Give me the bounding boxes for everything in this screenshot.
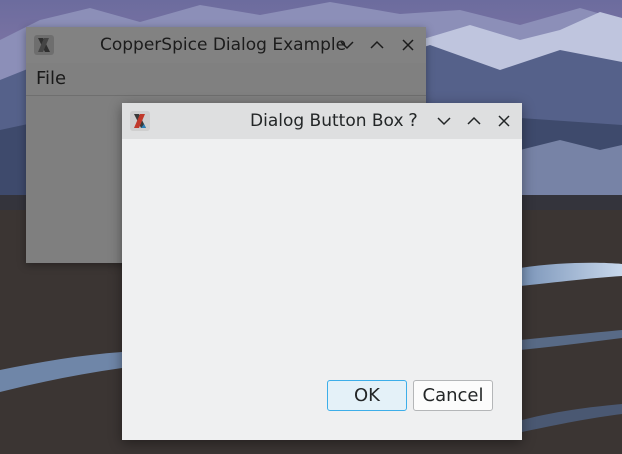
dialog-title: Dialog Button Box (250, 111, 404, 131)
close-icon[interactable] (493, 110, 515, 132)
main-titlebar[interactable]: CopperSpice Dialog Example (26, 27, 426, 63)
minimize-icon[interactable] (433, 110, 455, 132)
help-icon[interactable]: ? (402, 110, 424, 132)
app-icon (34, 35, 54, 55)
close-icon[interactable] (397, 34, 419, 56)
dialog-window: Dialog Button Box ? OK Cancel (122, 103, 522, 440)
minimize-icon[interactable] (336, 34, 358, 56)
window-title: CopperSpice Dialog Example (100, 35, 347, 55)
maximize-icon[interactable] (463, 110, 485, 132)
cancel-button[interactable]: Cancel (413, 380, 493, 411)
app-icon (130, 111, 150, 131)
dialog-titlebar[interactable]: Dialog Button Box ? (122, 103, 522, 139)
ok-button[interactable]: OK (327, 380, 407, 411)
menu-file[interactable]: File (36, 63, 66, 95)
menu-bar: File (26, 63, 426, 96)
maximize-icon[interactable] (366, 34, 388, 56)
